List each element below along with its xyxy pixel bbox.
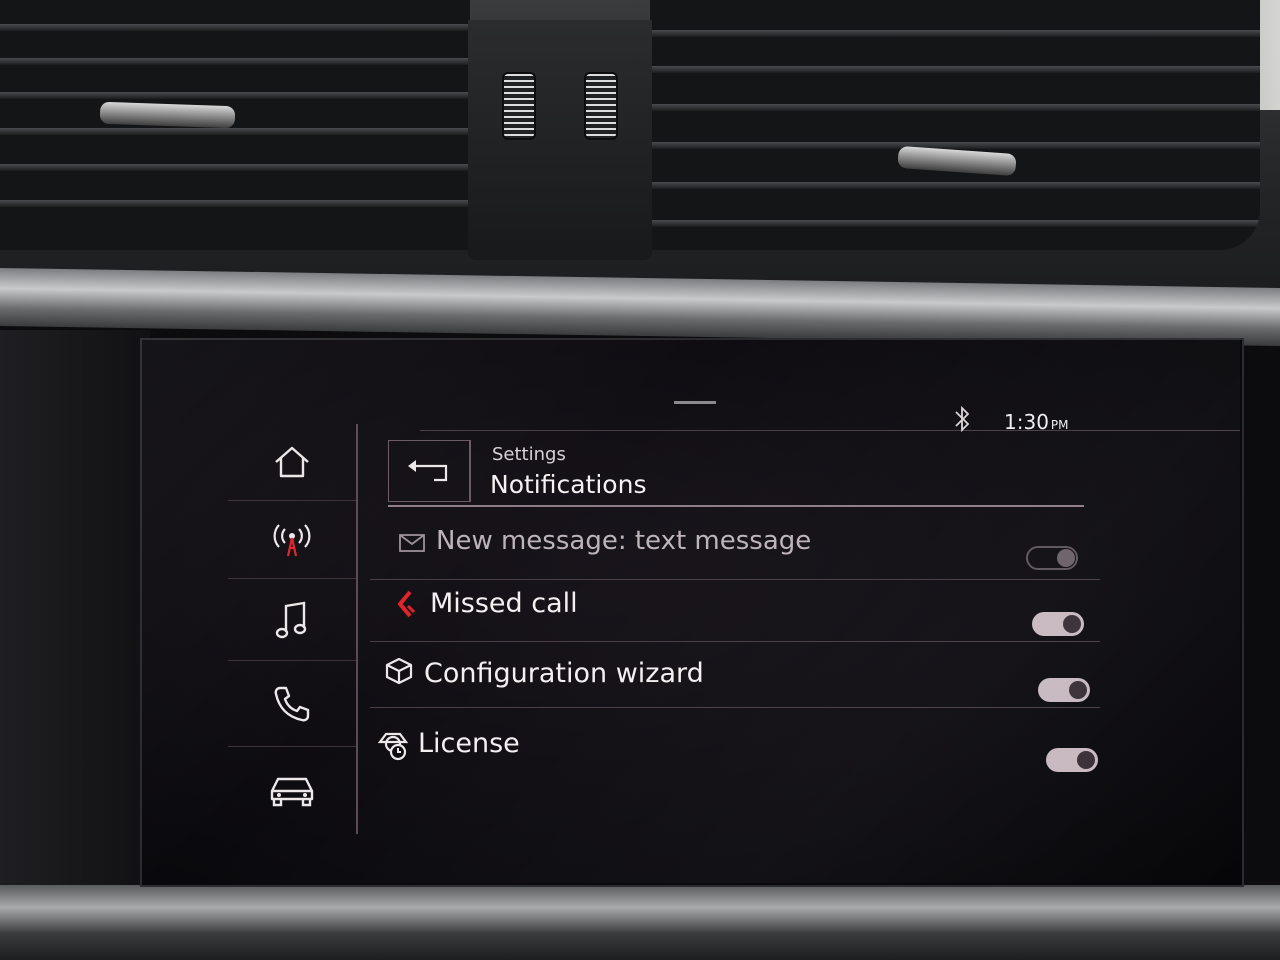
chrome-trim-bottom [0,885,1280,960]
dash-left-panel [0,330,150,890]
vent-left-tab[interactable] [99,101,236,129]
sidebar-divider [356,424,358,834]
notification-row-missed-call[interactable]: Missed call [370,582,1100,642]
envelope-icon [399,534,425,552]
header-divider [388,505,1084,507]
cube-icon [385,657,413,685]
vent-thumbwheel-right[interactable] [584,72,618,140]
pull-down-handle[interactable] [674,401,716,404]
back-arrow-icon [408,460,448,482]
music-note-icon [275,601,307,639]
status-bar [420,390,1240,431]
phone-icon [274,686,310,722]
radio-antenna-icon [273,524,311,557]
notification-label: Configuration wizard [424,658,704,689]
notification-toggle-license[interactable] [1046,748,1098,772]
notification-label: License [418,728,520,759]
sidebar-item-phone[interactable] [228,660,356,747]
notification-row-configuration-wizard[interactable]: Configuration wizard [370,644,1100,708]
vent-thumbwheel-left[interactable] [502,72,536,140]
notification-toggle-missed-call[interactable] [1032,612,1084,636]
breadcrumb: Settings [492,444,566,465]
clock-ampm: PM [1050,418,1069,432]
notification-row-new-message[interactable]: New message: text message [370,518,1100,580]
license-icon [377,732,409,761]
sidebar [228,424,358,834]
missed-call-icon [398,590,416,618]
clock: 1:30 PM [1004,410,1069,434]
back-button[interactable] [388,440,471,502]
air-vent-left [0,0,470,250]
notification-toggle-new-message[interactable] [1026,546,1078,570]
page-title: Notifications [490,470,647,499]
notification-label: New message: text message [436,526,812,556]
sidebar-item-home[interactable] [228,424,356,500]
notification-row-license[interactable]: License [370,712,1100,778]
bluetooth-icon [950,404,974,434]
vent-center-housing [468,20,652,260]
notification-label: Missed call [430,588,578,619]
clock-time: 1:30 [1004,410,1049,434]
notification-toggle-configuration-wizard[interactable] [1038,678,1090,702]
sidebar-item-media[interactable] [228,578,356,661]
sidebar-item-car[interactable] [228,746,356,835]
home-icon [275,446,309,478]
car-icon [270,777,314,807]
air-vent-right [650,0,1260,250]
sidebar-item-radio[interactable] [228,500,356,579]
